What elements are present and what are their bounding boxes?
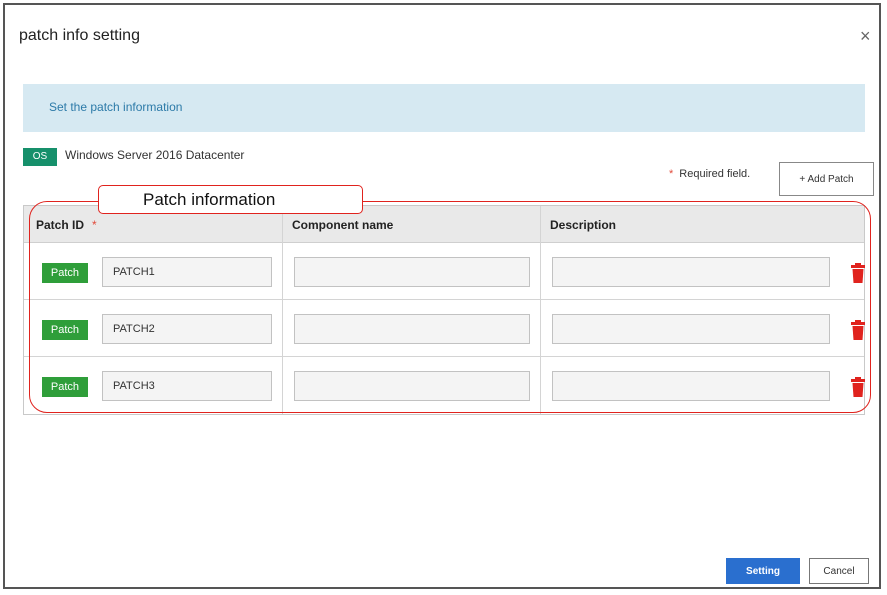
close-icon[interactable]: × xyxy=(860,27,871,45)
patch-id-input[interactable]: PATCH1 xyxy=(102,257,272,287)
required-field-note: * Required field. xyxy=(669,168,750,180)
description-input[interactable] xyxy=(552,314,830,344)
patch-badge: Patch xyxy=(42,320,88,340)
header-patch-id: Patch ID * xyxy=(36,218,97,232)
header-component-name: Component name xyxy=(292,218,394,232)
table-row: Patch PATCH2 xyxy=(24,300,866,357)
patch-id-input[interactable]: PATCH3 xyxy=(102,371,272,401)
os-badge: OS xyxy=(23,148,57,166)
patch-badge: Patch xyxy=(42,263,88,283)
trash-icon[interactable] xyxy=(850,320,866,340)
trash-icon[interactable] xyxy=(850,263,866,283)
patch-table: Patch ID * Component name Description Pat… xyxy=(23,205,865,415)
header-required-star: * xyxy=(92,218,97,232)
component-name-input[interactable] xyxy=(294,314,530,344)
required-label: Required field. xyxy=(679,168,751,180)
component-name-input[interactable] xyxy=(294,257,530,287)
description-input[interactable] xyxy=(552,257,830,287)
patch-badge: Patch xyxy=(42,377,88,397)
add-patch-button[interactable]: + Add Patch xyxy=(779,162,874,196)
required-star: * xyxy=(669,168,674,180)
table-row: Patch PATCH1 xyxy=(24,243,866,300)
table-row: Patch PATCH3 xyxy=(24,357,866,414)
banner-text: Set the patch information xyxy=(49,100,183,114)
setting-button[interactable]: Setting xyxy=(726,558,800,584)
patch-info-dialog: patch info setting × Set the patch infor… xyxy=(3,3,881,589)
cancel-button[interactable]: Cancel xyxy=(809,558,869,584)
callout-label: Patch information xyxy=(143,190,276,209)
patch-id-input[interactable]: PATCH2 xyxy=(102,314,272,344)
os-name: Windows Server 2016 Datacenter xyxy=(65,148,245,162)
info-banner: Set the patch information xyxy=(23,84,865,132)
description-input[interactable] xyxy=(552,371,830,401)
dialog-title: patch info setting xyxy=(19,27,140,44)
header-description: Description xyxy=(550,218,617,232)
trash-icon[interactable] xyxy=(850,377,866,397)
header-patch-id-label: Patch ID xyxy=(36,218,85,232)
patch-information-callout: Patch information xyxy=(98,185,363,214)
component-name-input[interactable] xyxy=(294,371,530,401)
